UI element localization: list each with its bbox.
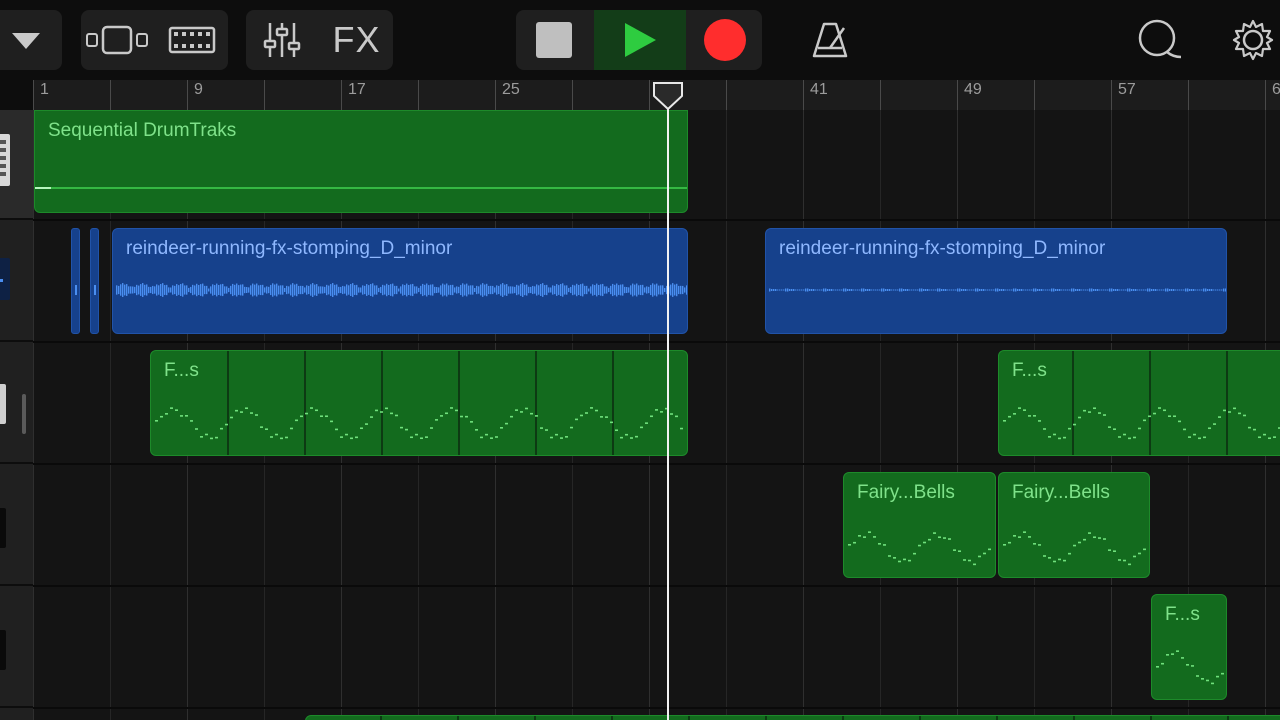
tracks-view-icon xyxy=(168,26,216,54)
waveform xyxy=(116,283,687,297)
tracks-view-button[interactable] xyxy=(156,10,228,70)
track-header-keys[interactable] xyxy=(0,342,33,462)
gear-icon xyxy=(1232,19,1274,61)
keyboard-icon xyxy=(0,384,26,434)
keyboard-dark-icon xyxy=(0,508,6,548)
record-button[interactable] xyxy=(688,10,762,70)
audio-region-small[interactable] xyxy=(90,228,99,334)
midi-region-partial[interactable] xyxy=(305,715,1280,720)
track-header-audio[interactable] xyxy=(0,220,33,340)
midi-region[interactable]: F...s xyxy=(998,350,1280,456)
settings-button[interactable] xyxy=(1226,10,1280,70)
fx-label: FX xyxy=(332,19,381,60)
midi-notes xyxy=(1003,407,1280,440)
mixer-button[interactable] xyxy=(246,10,318,70)
bar-number: 41 xyxy=(810,81,828,98)
midi-notes xyxy=(848,531,991,566)
view-toggle-icon xyxy=(86,25,148,55)
track-header-bells[interactable] xyxy=(0,464,33,584)
midi-region[interactable]: F...s xyxy=(1151,594,1227,700)
loop-browser-button[interactable] xyxy=(1130,10,1190,70)
track-header-drummer[interactable] xyxy=(0,110,33,218)
midi-region[interactable]: Fairy...Bells xyxy=(998,472,1150,578)
drum-machine-icon xyxy=(0,134,10,186)
play-button[interactable] xyxy=(594,10,686,70)
metronome-icon xyxy=(812,22,848,58)
bar-number: 1 xyxy=(40,81,49,98)
bar-number: 6 xyxy=(1272,81,1280,98)
waveform xyxy=(769,288,1226,292)
loop-browser-icon xyxy=(1138,19,1182,59)
keyboard-dark-icon xyxy=(0,630,6,670)
stop-icon xyxy=(536,22,572,58)
bar-number: 49 xyxy=(964,81,982,98)
audio-region-small[interactable] xyxy=(71,228,80,334)
playhead-handle[interactable] xyxy=(652,82,684,110)
browser-button[interactable] xyxy=(81,10,153,70)
bar-number: 25 xyxy=(502,81,520,98)
bar-number: 9 xyxy=(194,81,203,98)
stop-button[interactable] xyxy=(516,10,592,70)
audio-track-icon xyxy=(0,258,10,300)
bar-number: 57 xyxy=(1118,81,1136,98)
tracks-area[interactable]: Sequential DrumTraks reindeer-running-fx… xyxy=(33,110,1280,720)
menu-button[interactable] xyxy=(0,10,52,70)
region-name: Sequential DrumTraks xyxy=(48,120,237,141)
midi-notes xyxy=(155,407,683,440)
fx-button[interactable]: FX xyxy=(320,10,393,70)
bar-number: 17 xyxy=(348,81,366,98)
audio-region[interactable]: reindeer-running-fx-stomping_D_minor xyxy=(765,228,1227,334)
midi-region[interactable]: Fairy...Bells xyxy=(843,472,996,578)
track-header-6[interactable] xyxy=(0,708,33,720)
track-header-keys-2[interactable] xyxy=(0,586,33,706)
playhead[interactable] xyxy=(667,82,669,720)
control-bar: FX xyxy=(0,0,1280,80)
midi-region[interactable]: F...s xyxy=(150,350,688,456)
audio-region[interactable]: reindeer-running-fx-stomping_D_minor xyxy=(112,228,688,334)
record-icon xyxy=(704,19,746,61)
midi-notes xyxy=(1156,650,1224,685)
metronome-button[interactable] xyxy=(800,10,860,70)
mixer-sliders-icon xyxy=(263,23,301,57)
drummer-region[interactable]: Sequential DrumTraks xyxy=(34,110,688,213)
midi-notes xyxy=(1003,531,1146,566)
chevron-down-icon xyxy=(12,33,40,49)
play-icon xyxy=(625,23,656,57)
track-headers xyxy=(0,80,33,720)
